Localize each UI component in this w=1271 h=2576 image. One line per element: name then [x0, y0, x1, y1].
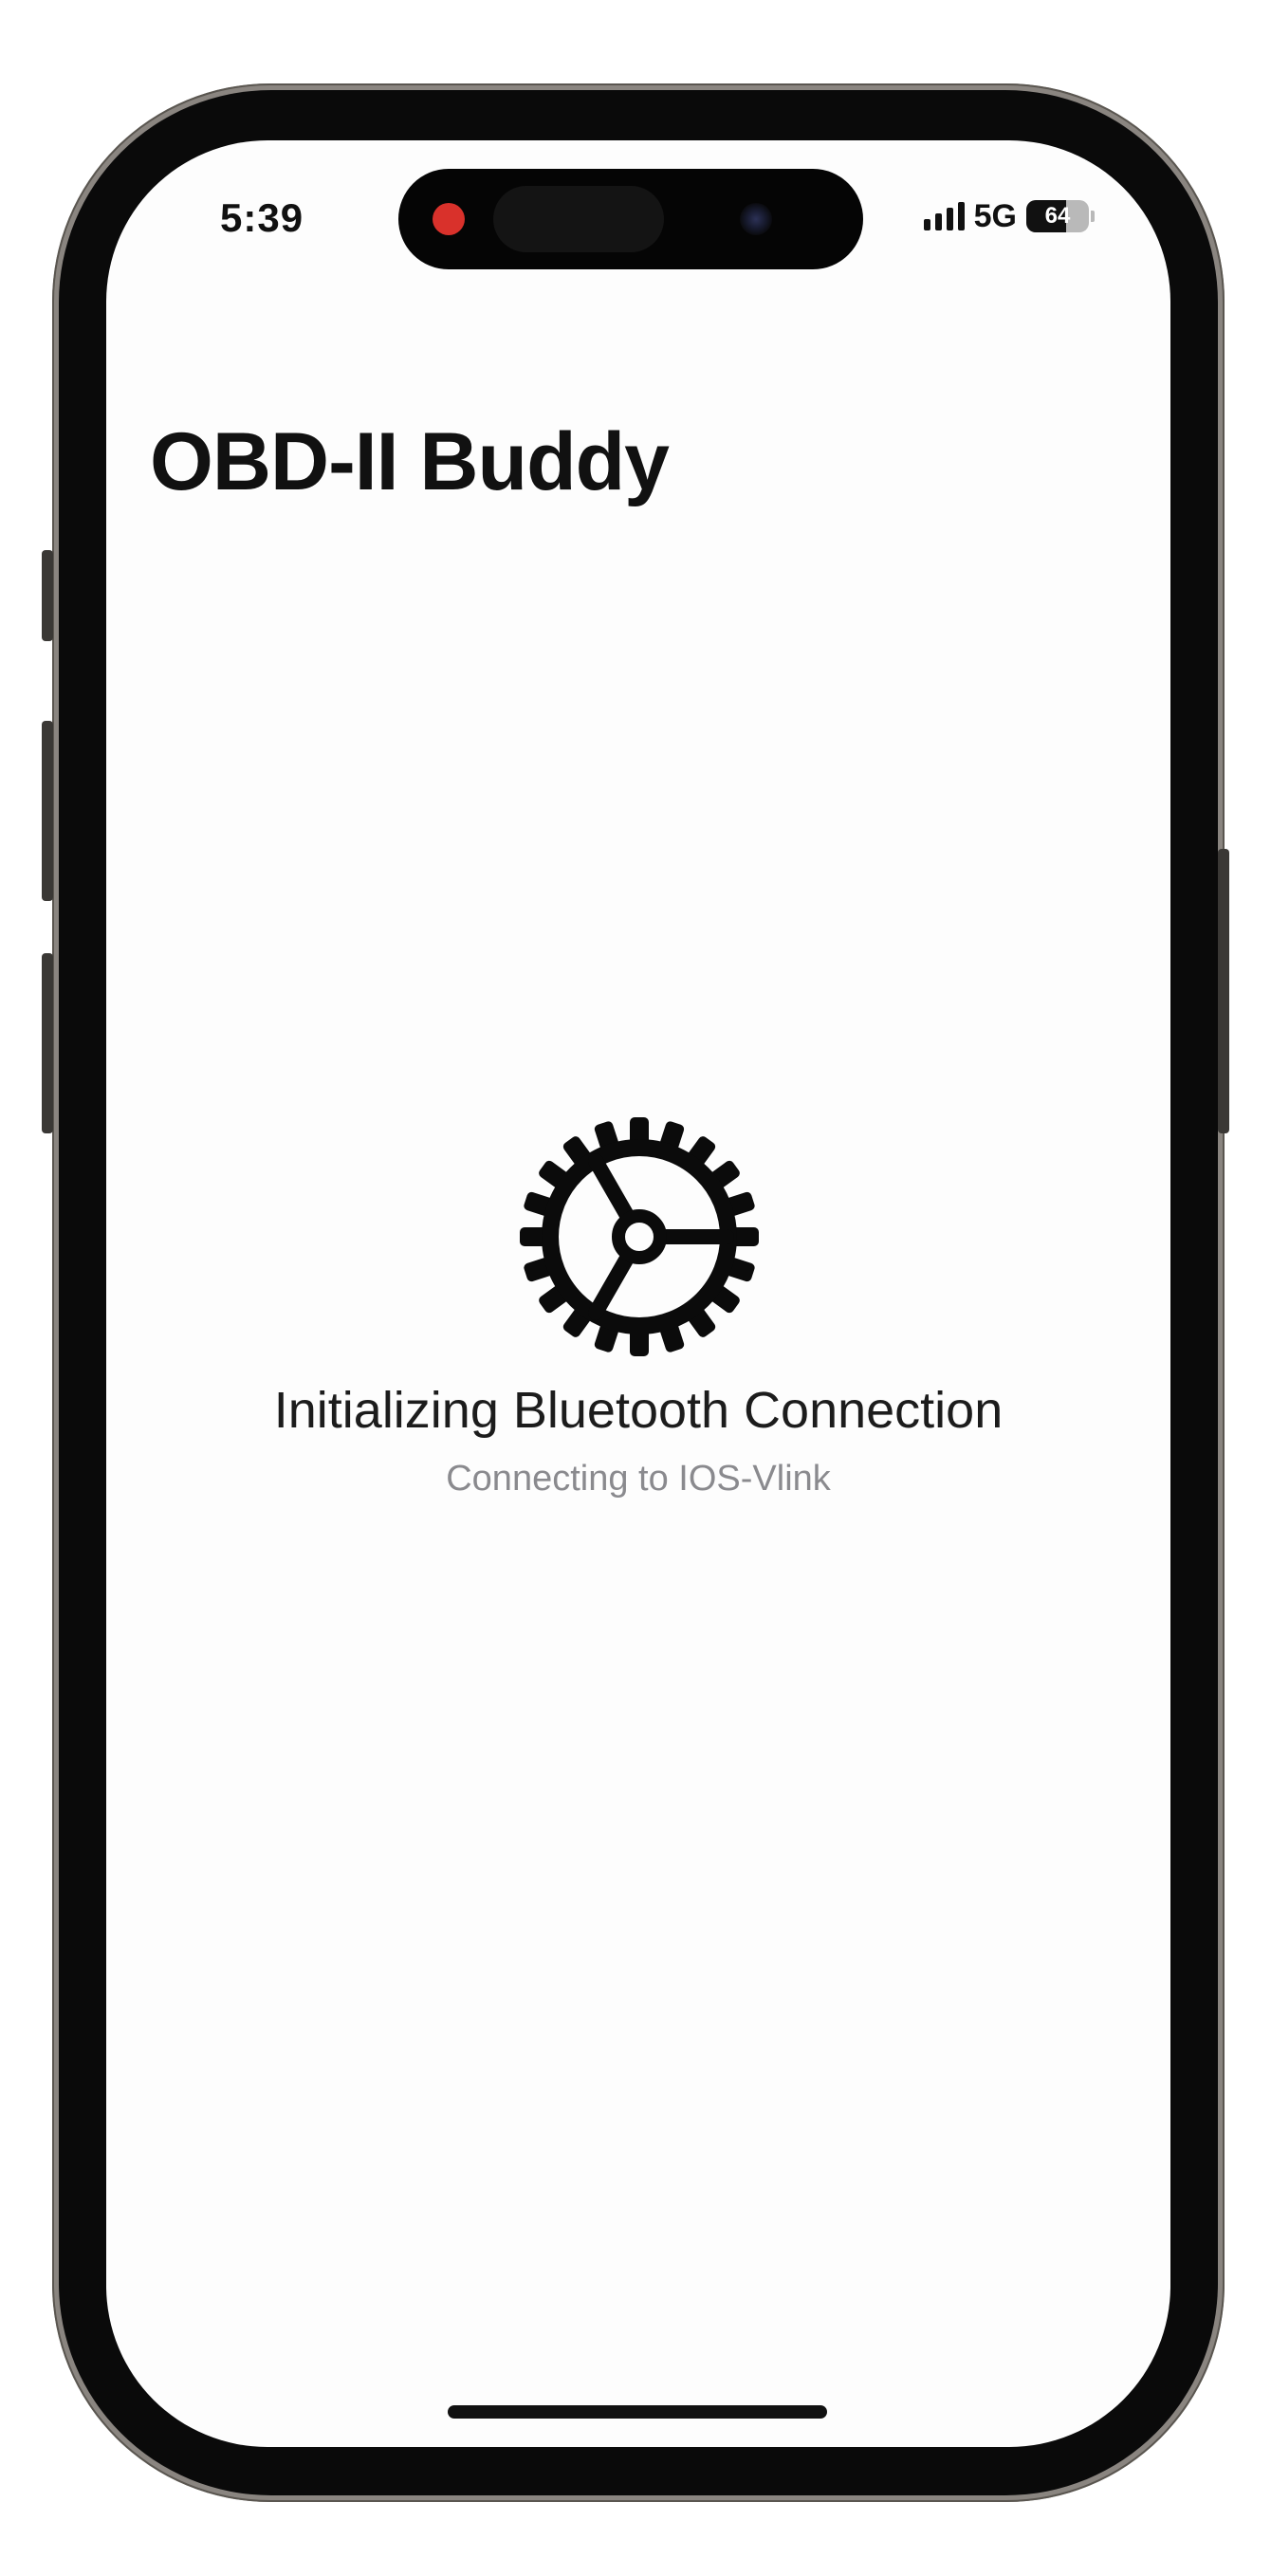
app-screen: 5:39 5G 64 OBD-II Buddy Initializing Blu…	[106, 140, 1170, 2447]
battery-percentage: 64	[1044, 203, 1071, 229]
action-button	[42, 550, 53, 641]
screen-recording-indicator	[433, 203, 465, 235]
front-camera-icon	[740, 203, 772, 235]
page-title: OBD-II Buddy	[150, 416, 670, 507]
volume-up-button	[42, 721, 53, 901]
loading-title: Initializing Bluetooth Connection	[273, 1382, 1004, 1439]
battery-icon: 64	[1026, 200, 1089, 232]
network-type: 5G	[973, 197, 1017, 234]
loading-subtitle: Connecting to IOS-Vlink	[446, 1459, 831, 1499]
power-button	[1218, 849, 1229, 1133]
status-time: 5:39	[220, 195, 304, 240]
cellular-signal-icon	[923, 202, 965, 230]
dynamic-island	[398, 169, 863, 269]
volume-down-button	[42, 953, 53, 1133]
island-sensor-area	[493, 186, 664, 252]
home-indicator[interactable]	[448, 2405, 827, 2419]
gear-icon	[514, 1112, 764, 1362]
battery-terminal	[1091, 211, 1095, 222]
status-indicators: 5G 64	[923, 195, 1095, 237]
